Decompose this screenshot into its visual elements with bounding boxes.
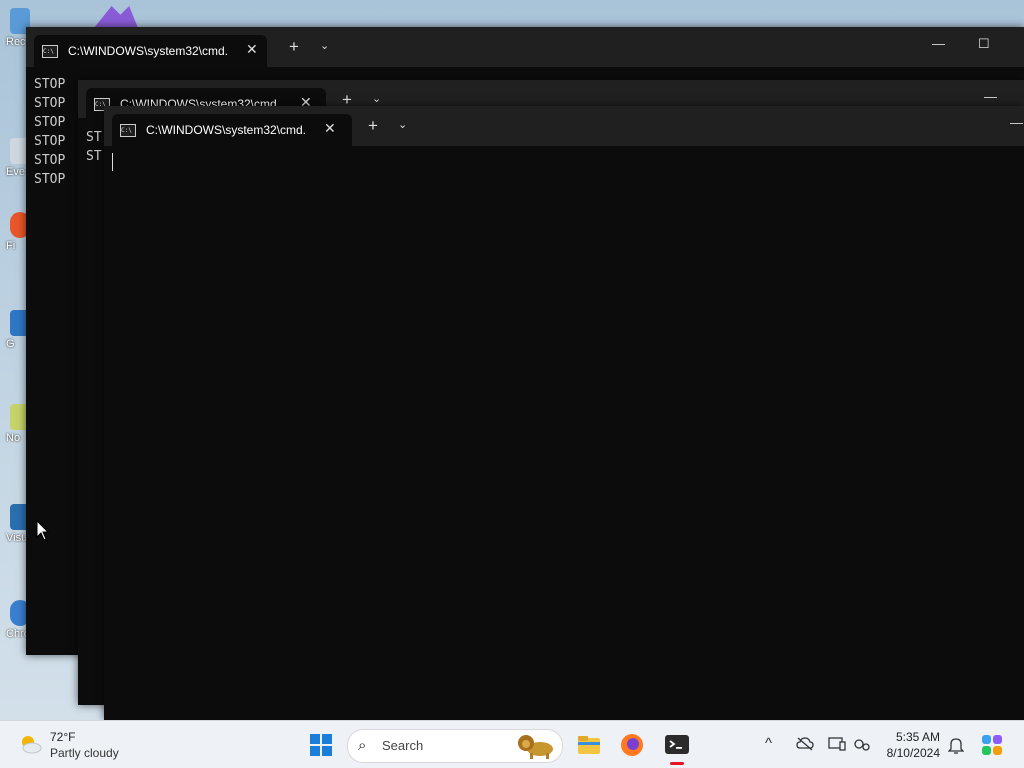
tab-cmd[interactable]: C:\ C:\WINDOWS\system32\cmd. ✕	[34, 35, 267, 67]
new-tab-button[interactable]: +	[368, 116, 378, 136]
copilot-icon[interactable]	[980, 733, 1004, 757]
search-highlight-lion-icon	[518, 735, 553, 759]
display-icon[interactable]	[828, 736, 846, 752]
close-tab-icon[interactable]: ✕	[324, 120, 336, 137]
search-icon: ⌕	[358, 737, 367, 754]
minimize-button[interactable]: —	[1010, 115, 1023, 130]
minimize-button[interactable]: —	[984, 89, 997, 104]
tab-dropdown-button[interactable]: ⌄	[320, 39, 329, 52]
tab-title: C:\WINDOWS\system32\cmd.	[68, 44, 229, 58]
tab-dropdown-button[interactable]: ⌄	[372, 92, 381, 105]
desktop: Rec Eve Fi G No Visu Chromium C:\ C:\WIN…	[0, 0, 1024, 720]
close-tab-icon[interactable]: ✕	[246, 41, 258, 58]
tab-dropdown-button[interactable]: ⌄	[398, 118, 407, 131]
terminal-output[interactable]	[104, 146, 1024, 720]
weather-desc: Partly cloudy	[50, 746, 119, 760]
weather-temp: 72°F	[50, 730, 76, 744]
mouse-pointer-icon	[36, 520, 50, 541]
partly-cloudy-icon	[22, 736, 42, 754]
terminal-icon[interactable]	[664, 732, 690, 758]
title-bar[interactable]: C:\ C:\WINDOWS\system32\cmd. ✕ + ⌄ —	[104, 106, 1024, 146]
maximize-button[interactable]: ☐	[978, 36, 990, 52]
tab-title: C:\WINDOWS\system32\cmd.	[146, 123, 307, 137]
text-cursor	[112, 153, 113, 171]
active-app-indicator	[670, 762, 684, 765]
network-icon[interactable]	[853, 736, 871, 752]
clock-time: 5:35 AM	[895, 730, 940, 744]
search-label: Search	[382, 738, 424, 753]
title-bar[interactable]: C:\ C:\WINDOWS\system32\cmd. ✕ + ⌄ — ☐	[26, 27, 1024, 67]
visual-studio-logo-icon	[94, 6, 138, 28]
search-box[interactable]: ⌕ Search	[347, 729, 563, 763]
cmd-icon: C:\	[42, 45, 58, 58]
notification-bell-icon[interactable]	[948, 736, 964, 754]
terminal-window-3[interactable]: C:\ C:\WINDOWS\system32\cmd. ✕ + ⌄ —	[104, 106, 1024, 720]
file-explorer-icon[interactable]	[576, 732, 602, 758]
cmd-icon: C:\	[120, 124, 136, 137]
tab-cmd[interactable]: C:\ C:\WINDOWS\system32\cmd. ✕	[112, 114, 352, 146]
chevron-up-icon[interactable]: ^	[765, 735, 772, 752]
minimize-button[interactable]: —	[932, 36, 945, 51]
start-button[interactable]	[310, 734, 332, 756]
onedrive-icon[interactable]	[796, 737, 814, 751]
firefox-icon[interactable]	[619, 732, 645, 758]
new-tab-button[interactable]: +	[289, 37, 299, 57]
taskbar: 72°F Partly cloudy ⌕ Search ^ 5:35 AM 8/…	[0, 720, 1024, 768]
system-clock[interactable]: 5:35 AM 8/10/2024	[880, 730, 940, 762]
clock-date: 8/10/2024	[886, 746, 940, 760]
